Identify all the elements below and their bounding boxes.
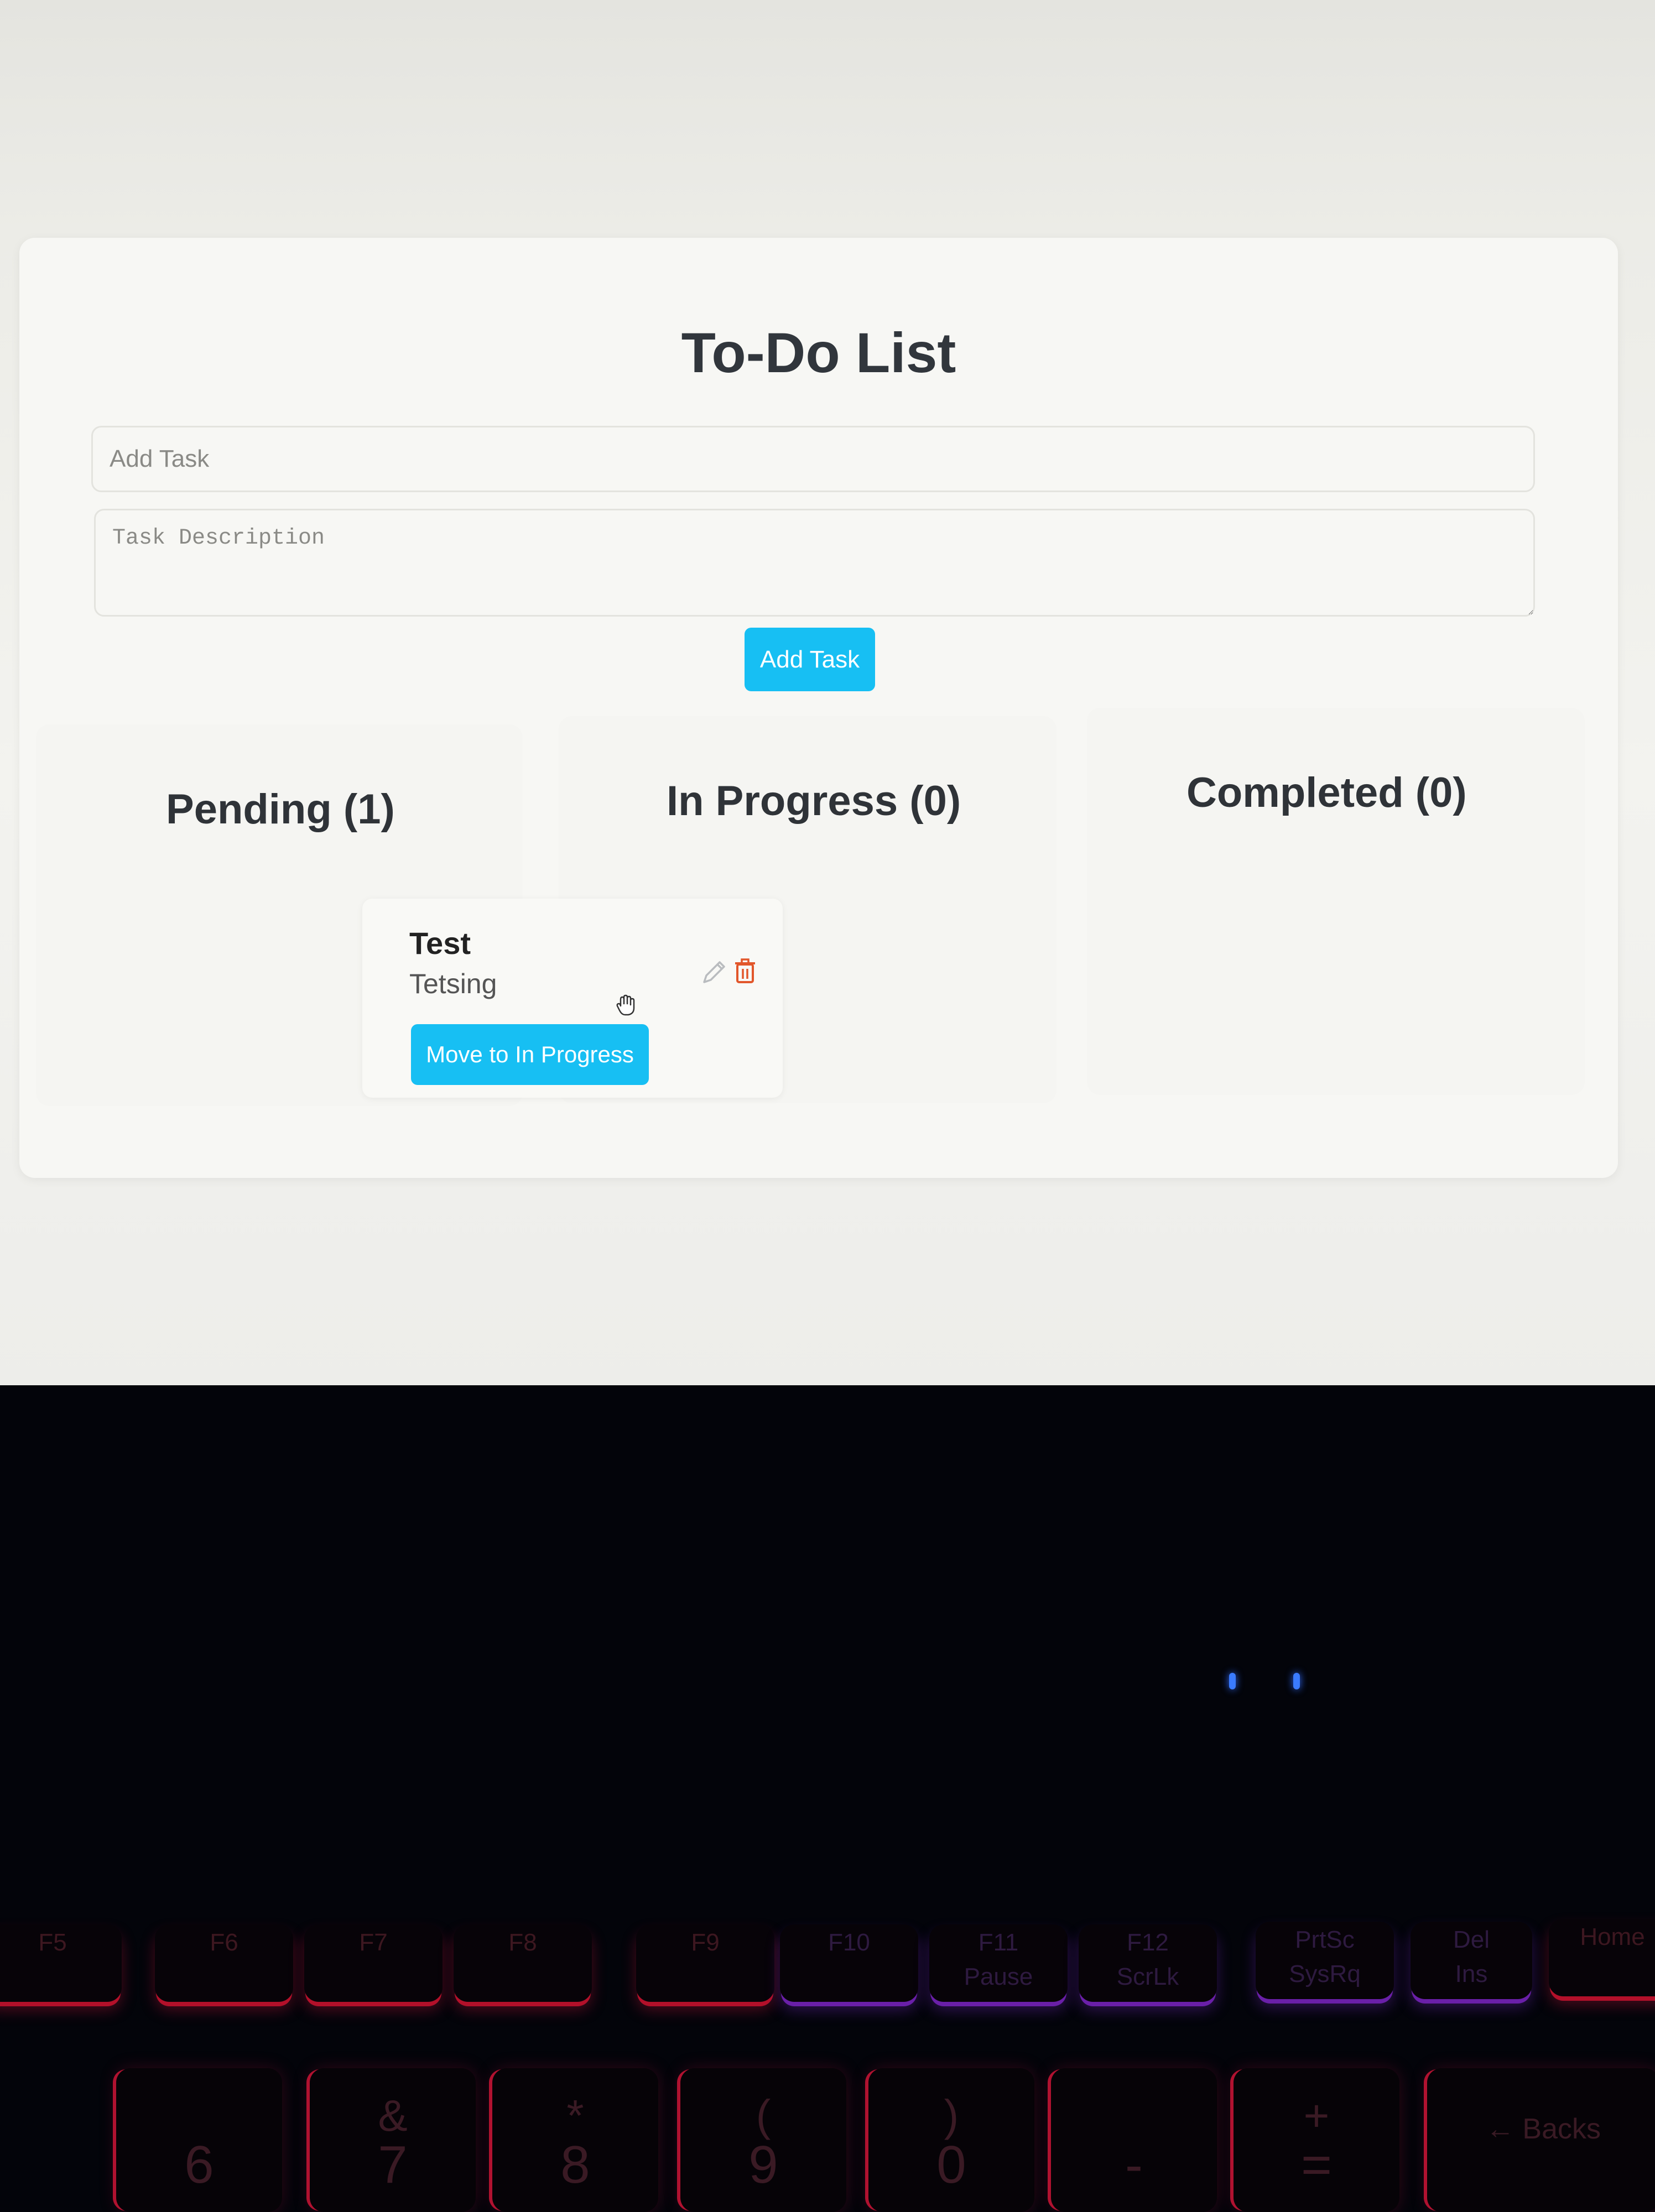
- key-backspace[interactable]: ← Backs: [1427, 2068, 1655, 2212]
- task-description: Tetsing: [409, 968, 497, 999]
- keyboard: F5 F6 F7 F8 F9 F10 F11 Pause F12 ScrLk P…: [0, 1919, 1655, 2212]
- key-f9[interactable]: F9: [636, 1924, 774, 2002]
- status-led: [1229, 1673, 1236, 1689]
- pencil-icon[interactable]: [700, 957, 727, 988]
- key-f12[interactable]: F12 ScrLk: [1079, 1924, 1217, 2002]
- key-f6[interactable]: F6: [155, 1924, 293, 2002]
- page-title: To-Do List: [681, 321, 956, 384]
- task-title: Test: [409, 926, 471, 961]
- key-9[interactable]: ( 9: [680, 2068, 846, 2212]
- key-f7[interactable]: F7: [304, 1924, 443, 2002]
- key-7[interactable]: & 7: [310, 2068, 476, 2212]
- key-6[interactable]: 6: [116, 2068, 282, 2212]
- key-equals[interactable]: + =: [1234, 2068, 1399, 2212]
- laptop-screen: To-Do List Add Task Pending (1) In Progr…: [0, 0, 1655, 1394]
- hand-cursor-icon: [614, 993, 638, 1017]
- key-f5[interactable]: F5: [0, 1924, 122, 2002]
- move-to-in-progress-button[interactable]: Move to In Progress: [411, 1024, 649, 1085]
- add-task-input[interactable]: [91, 426, 1535, 492]
- column-title-pending: Pending (1): [166, 786, 395, 833]
- column-title-completed: Completed (0): [1186, 769, 1467, 816]
- key-home[interactable]: Home: [1549, 1919, 1655, 1996]
- trash-icon[interactable]: [733, 957, 761, 988]
- key-0[interactable]: ) 0: [868, 2068, 1034, 2212]
- key-f10[interactable]: F10: [780, 1924, 918, 2002]
- key-f8[interactable]: F8: [454, 1924, 592, 2002]
- task-card[interactable]: Test Tetsing Move to In Progress: [362, 899, 783, 1098]
- column-completed: Completed (0): [1087, 708, 1585, 1095]
- key-prtsc[interactable]: PrtSc SysRq: [1256, 1922, 1394, 1999]
- key-del[interactable]: Del Ins: [1411, 1922, 1532, 1999]
- key-f11[interactable]: F11 Pause: [929, 1924, 1068, 2002]
- column-title-in-progress: In Progress (0): [667, 778, 961, 825]
- add-task-button[interactable]: Add Task: [745, 628, 875, 691]
- status-led: [1293, 1673, 1300, 1689]
- key-minus[interactable]: -: [1051, 2068, 1217, 2212]
- key-8[interactable]: * 8: [492, 2068, 658, 2212]
- todo-app-card: To-Do List Add Task Pending (1) In Progr…: [19, 238, 1618, 1178]
- task-description-field[interactable]: [94, 509, 1535, 617]
